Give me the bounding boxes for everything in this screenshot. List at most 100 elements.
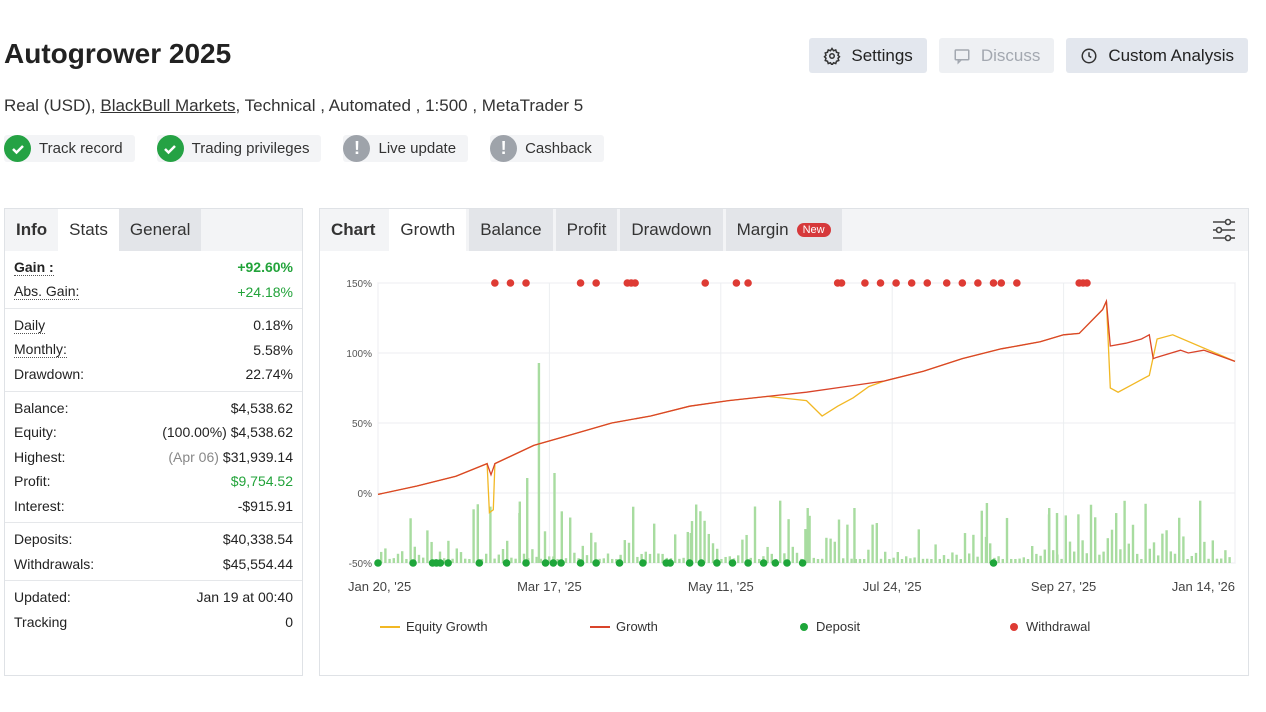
legend-deposit[interactable]: Deposit bbox=[800, 619, 1010, 634]
withdrawal-marker bbox=[876, 279, 885, 287]
tab-stats[interactable]: Stats bbox=[58, 209, 119, 251]
x-tick-label: Jul 24, '25 bbox=[863, 579, 922, 594]
deposit-marker bbox=[759, 559, 768, 567]
badge-label: Cashback bbox=[525, 140, 592, 157]
stat-highest: Highest: (Apr 06) $31,939.14 bbox=[14, 445, 293, 470]
top-toolbar: Settings Discuss Custom Analysis bbox=[809, 38, 1248, 73]
stat-daily: Daily 0.18% bbox=[14, 313, 293, 338]
volume-bar bbox=[795, 552, 799, 563]
volume-bar bbox=[972, 534, 975, 563]
volume-bar bbox=[1136, 553, 1139, 563]
tab-margin[interactable]: Margin New bbox=[725, 209, 842, 251]
y-tick-label: 50% bbox=[352, 419, 372, 430]
legend-equity-growth[interactable]: Equity Growth bbox=[380, 619, 590, 634]
withdrawal-marker bbox=[861, 279, 869, 287]
daily-label[interactable]: Daily bbox=[14, 317, 46, 334]
volume-bar bbox=[955, 554, 958, 563]
legend-growth[interactable]: Growth bbox=[590, 619, 800, 634]
tab-drawdown[interactable]: Drawdown bbox=[620, 209, 723, 251]
discuss-button[interactable]: Discuss bbox=[938, 38, 1055, 73]
tab-info[interactable]: Info bbox=[5, 209, 59, 251]
volume-bar bbox=[1220, 558, 1223, 563]
withdrawals-value: $45,554.44 bbox=[222, 555, 293, 572]
deposit-marker bbox=[685, 559, 694, 567]
volume-bar bbox=[1127, 543, 1130, 563]
x-tick-label: May 11, '25 bbox=[688, 579, 754, 594]
equity-value: $4,538.62 bbox=[230, 424, 293, 441]
tab-profit[interactable]: Profit bbox=[555, 209, 618, 251]
volume-bar bbox=[1194, 552, 1198, 563]
volume-bar bbox=[1199, 500, 1202, 563]
volume-bar bbox=[711, 543, 715, 563]
drawdown-value: 22.74% bbox=[245, 366, 293, 383]
custom-analysis-button[interactable]: Custom Analysis bbox=[1066, 38, 1248, 73]
deposit-marker bbox=[502, 559, 511, 567]
volume-bar bbox=[1085, 553, 1088, 563]
volume-bar bbox=[1022, 557, 1025, 563]
settings-label: Settings bbox=[851, 45, 913, 65]
badge-cashback: ! Cashback bbox=[490, 135, 604, 162]
legend-swatch bbox=[590, 625, 610, 628]
volume-bar bbox=[489, 506, 492, 563]
y-tick-label: -50% bbox=[349, 559, 372, 570]
filter-settings-icon[interactable] bbox=[1212, 218, 1236, 242]
settings-button[interactable]: Settings bbox=[809, 38, 927, 73]
volume-bar bbox=[837, 519, 841, 563]
tab-growth[interactable]: Growth bbox=[389, 209, 467, 251]
legend-withdrawal[interactable]: Withdrawal bbox=[1010, 619, 1220, 634]
volume-bar bbox=[892, 557, 895, 563]
profit-label: Profit: bbox=[14, 473, 51, 490]
badge-track-record: Track record bbox=[4, 135, 135, 162]
volume-bar bbox=[1115, 513, 1118, 563]
volume-bar bbox=[405, 558, 408, 563]
volume-bar bbox=[821, 558, 824, 563]
deposit-marker bbox=[697, 559, 706, 567]
account-details: , Technical , Automated , 1:500 , MetaTr… bbox=[235, 96, 584, 115]
withdrawal-marker bbox=[989, 279, 998, 287]
interest-value: -$915.91 bbox=[237, 497, 293, 514]
abs-gain-label[interactable]: Abs. Gain: bbox=[14, 283, 80, 301]
volume-bar bbox=[1001, 558, 1004, 563]
withdrawal-marker bbox=[744, 279, 752, 287]
volume-bar bbox=[1073, 551, 1076, 563]
badge-label: Live update bbox=[378, 140, 457, 157]
volume-bar bbox=[1106, 538, 1109, 563]
volume-bar bbox=[1077, 514, 1080, 563]
interest-label: Interest: bbox=[14, 497, 65, 514]
tab-balance[interactable]: Balance bbox=[469, 209, 553, 251]
volume-bar bbox=[699, 511, 702, 563]
tab-general[interactable]: General bbox=[118, 209, 202, 251]
volume-bar bbox=[980, 510, 983, 563]
volume-bar bbox=[1089, 504, 1093, 563]
volume-bar bbox=[926, 558, 929, 563]
rate-group: Daily 0.18% Monthly: 5.58% Drawdown: 22.… bbox=[5, 309, 302, 392]
badge-trading-privileges: Trading privileges bbox=[156, 135, 322, 162]
updated-value: Jan 19 at 00:40 bbox=[196, 589, 293, 606]
volume-bar bbox=[942, 555, 946, 563]
volume-bar bbox=[959, 559, 962, 563]
deposit-marker bbox=[798, 559, 807, 567]
volume-bar bbox=[737, 555, 740, 563]
highest-date: (Apr 06) bbox=[168, 448, 219, 465]
volume-bar bbox=[766, 546, 769, 563]
stat-drawdown: Drawdown: 22.74% bbox=[14, 362, 293, 387]
x-tick-label: Jan 14, '26 bbox=[1172, 579, 1235, 594]
y-tick-label: 150% bbox=[346, 279, 372, 290]
volume-bar bbox=[938, 558, 941, 563]
growth-chart[interactable]: 150% 100% 50% 0% -50% Jan 20, '25 Mar 17, '25 M… bbox=[320, 251, 1248, 611]
monthly-label[interactable]: Monthly: bbox=[14, 341, 67, 359]
volume-bar bbox=[1064, 515, 1067, 563]
volume-bar bbox=[585, 555, 589, 563]
deposit-marker bbox=[615, 559, 624, 567]
volume-bar bbox=[1081, 540, 1084, 563]
deposit-marker bbox=[783, 559, 791, 567]
account-subtitle: Real (USD), BlackBull Markets, Technical… bbox=[4, 96, 583, 116]
legend-label: Withdrawal bbox=[1026, 619, 1091, 634]
volume-bar bbox=[724, 556, 727, 563]
volume-bar bbox=[518, 513, 521, 563]
new-badge: New bbox=[796, 223, 831, 237]
balance-label: Balance: bbox=[14, 399, 69, 416]
gain-label[interactable]: Gain : bbox=[14, 259, 54, 276]
broker-link[interactable]: BlackBull Markets bbox=[100, 96, 235, 115]
volume-bar bbox=[1102, 551, 1105, 563]
